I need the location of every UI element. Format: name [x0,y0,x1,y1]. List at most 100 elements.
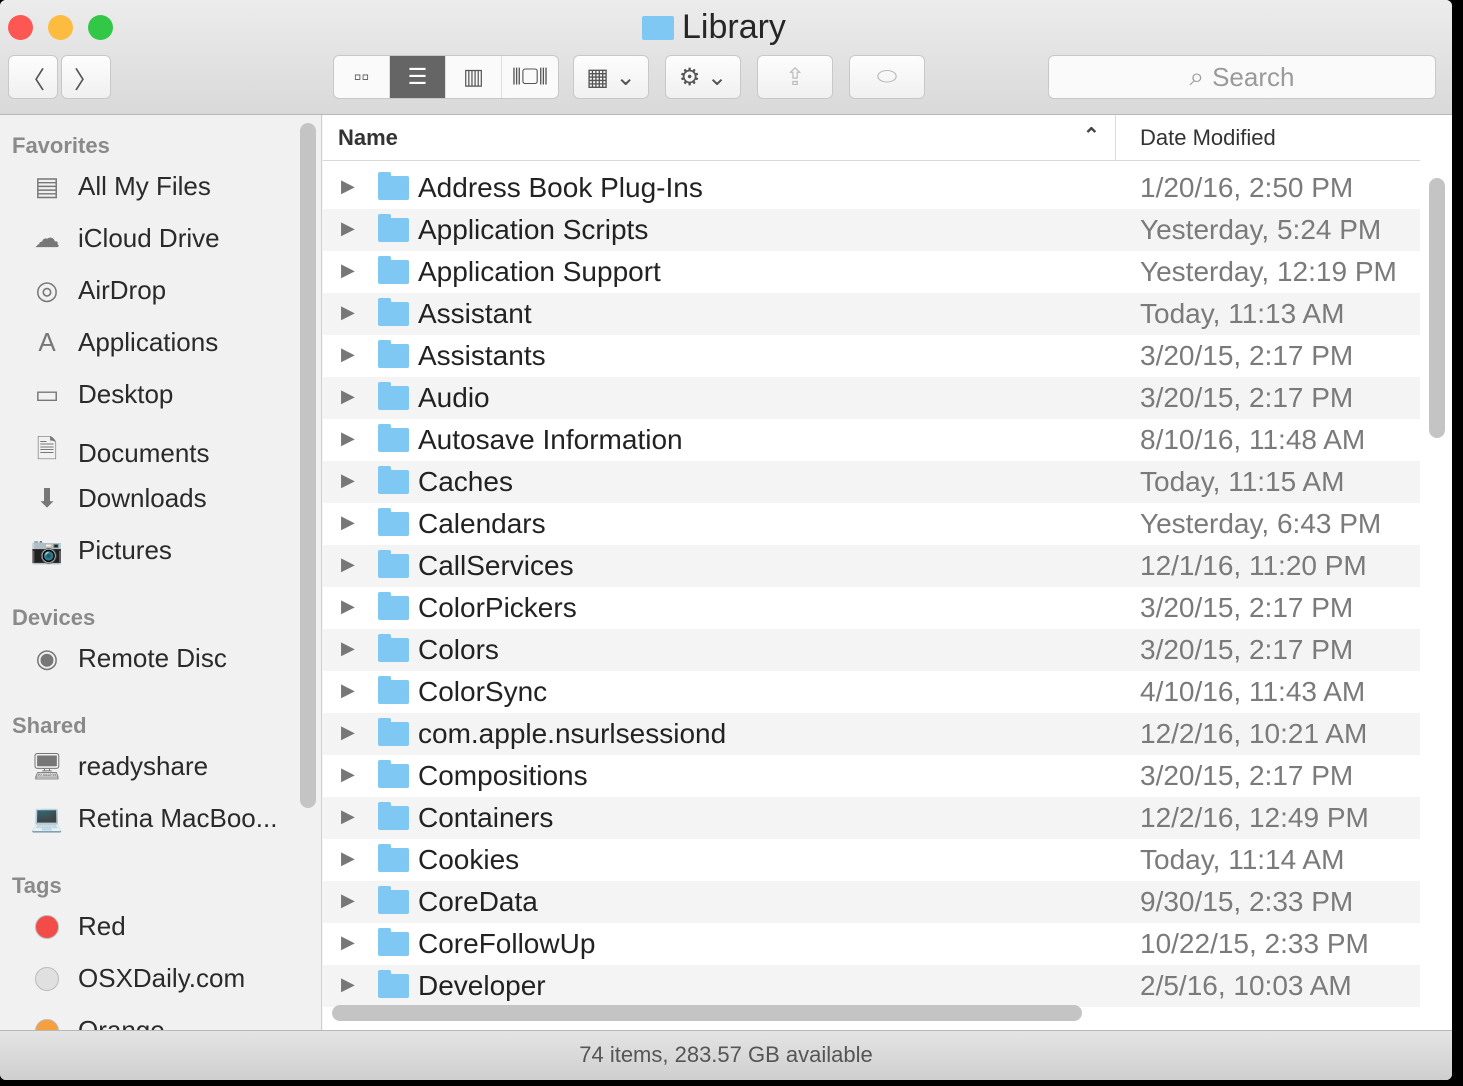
sidebar-heading-shared: Shared [12,713,87,738]
column-header-date-modified[interactable]: Date Modified [1115,115,1300,161]
table-row[interactable]: ▶ Assistant Today, 11:13 AM [323,293,1420,335]
table-row[interactable]: ▶ Application Scripts Yesterday, 5:24 PM [323,209,1420,251]
minimize-button[interactable] [48,15,73,40]
folder-icon [378,424,409,452]
disclosure-triangle-icon[interactable]: ▶ [341,764,355,785]
status-bar: 74 items, 283.57 GB available [0,1030,1452,1080]
table-row[interactable]: ▶ Assistants 3/20/15, 2:17 PM [323,335,1420,377]
view-switcher: ▫▫ ☰ ▥ ⫴▢⫴ [333,55,559,99]
table-row[interactable]: ▶ CoreData 9/30/15, 2:33 PM [323,881,1420,923]
folder-icon [378,886,409,914]
sidebar-item-label: Pictures [78,535,172,565]
sidebar-heading-devices: Devices [12,605,96,630]
sidebar-item-label: OSXDaily.com [78,963,246,993]
folder-icon [378,970,409,998]
horizontal-scrollbar[interactable] [332,1005,1082,1021]
sidebar-item[interactable]: ▭ Desktop [28,379,174,410]
table-row[interactable]: ▶ Compositions 3/20/15, 2:17 PM [323,755,1420,797]
search-input[interactable]: ⌕ Search [1048,55,1436,99]
sidebar-item[interactable]: ▤ All My Files [28,171,211,202]
disclosure-triangle-icon[interactable]: ▶ [341,848,355,869]
file-name: Assistant [418,298,532,329]
sidebar-item-label: Retina MacBoo... [78,803,278,833]
folder-icon [378,760,409,788]
disclosure-triangle-icon[interactable]: ▶ [341,722,355,743]
sidebar-item[interactable]: A Applications [28,327,218,358]
close-button[interactable] [8,15,33,40]
table-row[interactable]: ▶ Calendars Yesterday, 6:43 PM [323,503,1420,545]
folder-icon [378,256,409,284]
disclosure-triangle-icon[interactable]: ▶ [341,806,355,827]
action-button[interactable]: ⚙ ⌄ [665,55,741,99]
back-button[interactable]: 〈 [8,55,58,99]
disclosure-triangle-icon[interactable]: ▶ [341,512,355,533]
all-files-icon: ▤ [34,171,60,201]
table-row[interactable]: ▶ CoreFollowUp 10/22/15, 2:33 PM [323,923,1420,965]
date-modified: Yesterday, 6:43 PM [1140,508,1382,539]
folder-icon [378,718,409,746]
table-row[interactable]: ▶ Caches Today, 11:15 AM [323,461,1420,503]
file-name: CoreData [418,886,538,917]
disclosure-triangle-icon[interactable]: ▶ [341,386,355,407]
table-row[interactable]: ▶ Address Book Plug-Ins 1/20/16, 2:50 PM [323,167,1420,209]
sidebar-item[interactable]: Orange [28,1015,165,1030]
column-header-name[interactable]: Name [338,125,398,151]
forward-button[interactable]: 〉 [61,55,111,99]
disclosure-triangle-icon[interactable]: ▶ [341,428,355,449]
table-row[interactable]: ▶ com.apple.nsurlsessiond 12/2/16, 10:21 A… [323,713,1420,755]
sidebar-item[interactable]: ⬇ Downloads [28,483,207,514]
column-view-button[interactable]: ▥ [446,56,502,98]
sidebar-item[interactable]: ◉ Remote Disc [28,643,227,674]
disclosure-triangle-icon[interactable]: ▶ [341,596,355,617]
table-row[interactable]: ▶ ColorSync 4/10/16, 11:43 AM [323,671,1420,713]
sidebar-scrollbar[interactable] [300,123,316,808]
disclosure-triangle-icon[interactable]: ▶ [341,470,355,491]
folder-icon [378,928,409,956]
date-modified: Yesterday, 5:24 PM [1140,214,1382,245]
table-row[interactable]: ▶ Containers 12/2/16, 12:49 PM [323,797,1420,839]
folder-icon [378,508,409,536]
sidebar-item[interactable]: 🖥 readyshare [28,751,208,782]
sidebar-item[interactable]: 🗎 Documents [28,431,210,475]
disclosure-triangle-icon[interactable]: ▶ [341,680,355,701]
cloud-icon: ☁ [34,223,60,253]
table-row[interactable]: ▶ ColorPickers 3/20/15, 2:17 PM [323,587,1420,629]
disclosure-triangle-icon[interactable]: ▶ [341,218,355,239]
disclosure-triangle-icon[interactable]: ▶ [341,176,355,197]
table-row[interactable]: ▶ Colors 3/20/15, 2:17 PM [323,629,1420,671]
vertical-scrollbar[interactable] [1429,178,1445,438]
airdrop-icon: ◎ [35,275,59,305]
table-row[interactable]: ▶ Cookies Today, 11:14 AM [323,839,1420,881]
table-row[interactable]: ▶ Developer 2/5/16, 10:03 AM [323,965,1420,1007]
table-row[interactable]: ▶ Application Support Yesterday, 12:19 PM [323,251,1420,293]
gear-icon: ⚙ [678,63,701,91]
sidebar-item[interactable]: ◎ AirDrop [28,275,166,306]
disclosure-triangle-icon[interactable]: ▶ [341,344,355,365]
disclosure-triangle-icon[interactable]: ▶ [341,302,355,323]
icon-view-button[interactable]: ▫▫ [334,56,390,98]
disclosure-triangle-icon[interactable]: ▶ [341,890,355,911]
tag-button[interactable]: ⬭ [849,55,925,99]
disclosure-triangle-icon[interactable]: ▶ [341,554,355,575]
share-button[interactable]: ⇪ [757,55,833,99]
arrange-button[interactable]: ▦ ⌄ [573,55,649,99]
list-view-button[interactable]: ☰ [390,56,446,98]
disclosure-triangle-icon[interactable]: ▶ [341,638,355,659]
folder-icon [378,634,409,662]
disclosure-triangle-icon[interactable]: ▶ [341,260,355,281]
sidebar-item[interactable]: OSXDaily.com [28,963,245,994]
zoom-button[interactable] [88,15,113,40]
sidebar-item[interactable]: 💻 Retina MacBoo... [28,803,278,834]
coverflow-view-button[interactable]: ⫴▢⫴ [502,56,558,98]
disclosure-triangle-icon[interactable]: ▶ [341,974,355,995]
sidebar-item[interactable]: 📷 Pictures [28,535,172,566]
sidebar-item[interactable]: ☁ iCloud Drive [28,223,220,254]
search-icon: ⌕ [1189,61,1205,91]
sidebar-item[interactable]: Red [28,911,126,942]
table-row[interactable]: ▶ Autosave Information 8/10/16, 11:48 AM [323,419,1420,461]
toolbar: Library 〈 〉 ▫▫ ☰ ▥ ⫴▢⫴ ▦ ⌄ ⚙ ⌄ ⇪ ⬭ ⌕ Sear… [0,0,1452,115]
file-name: Compositions [418,760,588,791]
table-row[interactable]: ▶ Audio 3/20/15, 2:17 PM [323,377,1420,419]
disclosure-triangle-icon[interactable]: ▶ [341,932,355,953]
table-row[interactable]: ▶ CallServices 12/1/16, 11:20 PM [323,545,1420,587]
